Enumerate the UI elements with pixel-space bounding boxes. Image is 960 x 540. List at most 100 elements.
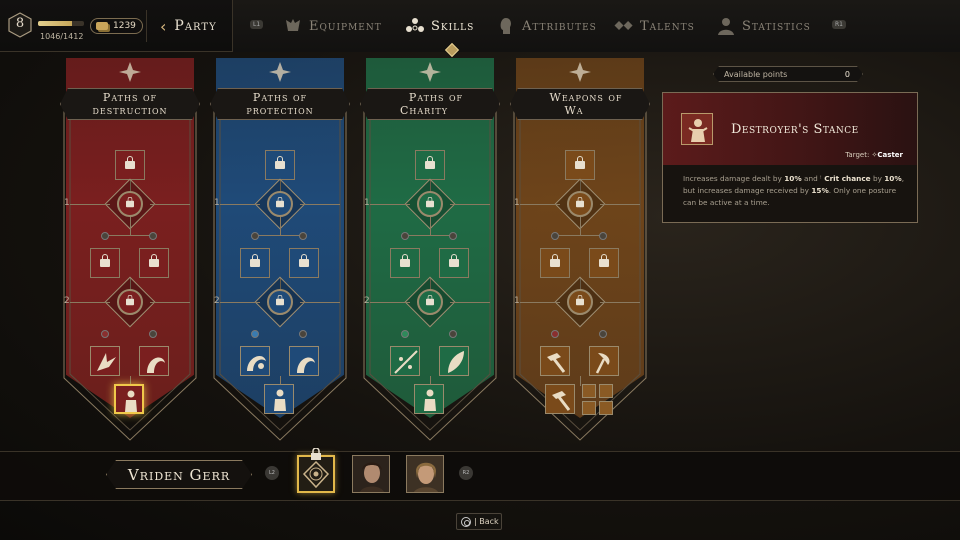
locked-skill-node[interactable] bbox=[90, 248, 120, 278]
party-button[interactable]: ‹ Party bbox=[160, 14, 217, 38]
desc-text: Increases damage dealt by bbox=[683, 174, 785, 183]
destroyer-stance-node[interactable] bbox=[114, 384, 144, 414]
skill-node[interactable] bbox=[90, 346, 120, 376]
tree-title-text: Paths of destruction bbox=[68, 91, 191, 117]
skill-node[interactable] bbox=[414, 384, 444, 414]
skill-node[interactable] bbox=[240, 346, 270, 376]
l1-hint: L1 bbox=[250, 20, 264, 29]
locked-passive-node[interactable] bbox=[117, 191, 143, 217]
locked-skill-node[interactable] bbox=[240, 248, 270, 278]
requirement-dot bbox=[251, 330, 259, 338]
skill-tree-3: Paths of Charity 1 2 bbox=[360, 58, 500, 443]
tree-crest-icon bbox=[269, 62, 291, 82]
equipment-icon bbox=[283, 16, 303, 36]
skill-node[interactable] bbox=[390, 346, 420, 376]
locked-skill-node[interactable] bbox=[589, 248, 619, 278]
locked-passive-node[interactable] bbox=[117, 289, 143, 315]
tab-skills[interactable]: Skills bbox=[405, 14, 474, 38]
locked-skill-node[interactable] bbox=[289, 248, 319, 278]
requirement-dot bbox=[401, 232, 409, 240]
character-emblem-icon bbox=[302, 460, 330, 489]
connector bbox=[450, 302, 490, 303]
available-points-value: 0 bbox=[844, 70, 850, 79]
skill-node[interactable] bbox=[439, 346, 469, 376]
stance-skill-icon bbox=[116, 386, 142, 412]
skill-node[interactable] bbox=[289, 346, 319, 376]
tier-number: 1 bbox=[514, 296, 520, 306]
top-bar: 8 1046/1412 1239 ‹ Party L1 Equipment Sk… bbox=[0, 0, 960, 58]
divider bbox=[146, 10, 147, 42]
chevron-left-icon: ‹ bbox=[160, 16, 167, 36]
requirement-dot bbox=[449, 330, 457, 338]
skill-description: Increases damage dealt by 10% and ꜝ Crit… bbox=[683, 173, 907, 209]
tier-number: 2 bbox=[214, 296, 220, 306]
tier-number: 2 bbox=[64, 296, 70, 306]
lock-icon bbox=[126, 294, 134, 306]
tab-label: Talents bbox=[640, 18, 695, 34]
tier-number: 1 bbox=[64, 198, 70, 208]
party-label: Party bbox=[174, 18, 217, 34]
locked-skill-node[interactable] bbox=[439, 248, 469, 278]
tier-number: 1 bbox=[514, 198, 520, 208]
xp-fill bbox=[38, 21, 73, 26]
leaf-skill-icon bbox=[440, 347, 468, 375]
skill-node[interactable] bbox=[540, 346, 570, 376]
locked-skill-node[interactable] bbox=[115, 150, 145, 180]
tier-number: 2 bbox=[364, 296, 370, 306]
lock-icon bbox=[575, 156, 585, 170]
requirement-dot bbox=[401, 330, 409, 338]
destroyer-stance-icon bbox=[681, 113, 713, 145]
character-name: Vriden Gerr bbox=[106, 460, 252, 489]
locked-passive-node[interactable] bbox=[417, 191, 443, 217]
skill-node[interactable] bbox=[139, 346, 169, 376]
requirement-dot bbox=[149, 330, 157, 338]
statistics-icon bbox=[716, 16, 736, 36]
portrait-companion-2[interactable] bbox=[406, 455, 444, 493]
tab-label: Attributes bbox=[522, 18, 597, 34]
connector bbox=[220, 204, 260, 205]
mini-skill-node[interactable] bbox=[599, 401, 613, 415]
mini-skill-node[interactable] bbox=[582, 384, 596, 398]
locked-passive-node[interactable] bbox=[267, 191, 293, 217]
stance-skill-icon bbox=[415, 385, 443, 413]
lock-icon bbox=[276, 196, 284, 208]
mini-skill-node[interactable] bbox=[582, 401, 596, 415]
connector bbox=[370, 302, 410, 303]
skill-node[interactable] bbox=[545, 384, 575, 414]
skill-info-header: Destroyer's Stance Target: ✧Caster bbox=[663, 93, 917, 165]
tab-attributes[interactable]: Attributes bbox=[496, 14, 597, 38]
desc-text: by bbox=[870, 174, 885, 183]
tab-statistics[interactable]: Statistics bbox=[716, 14, 811, 38]
connector bbox=[70, 302, 110, 303]
requirement-dot bbox=[101, 330, 109, 338]
gold-counter: 1239 bbox=[90, 18, 143, 34]
locked-skill-node[interactable] bbox=[415, 150, 445, 180]
tier-number: 1 bbox=[214, 198, 220, 208]
requirement-dot bbox=[149, 232, 157, 240]
tree-title: Paths of protection bbox=[210, 88, 350, 120]
locked-passive-node[interactable] bbox=[267, 289, 293, 315]
tab-talents[interactable]: Talents bbox=[614, 14, 695, 38]
portrait-selected-character[interactable] bbox=[297, 455, 335, 493]
connector bbox=[150, 302, 190, 303]
portrait-companion-1[interactable] bbox=[352, 455, 390, 493]
skill-node[interactable] bbox=[589, 346, 619, 376]
grid-skill-icon bbox=[391, 347, 419, 375]
locked-passive-node[interactable] bbox=[417, 289, 443, 315]
lock-icon bbox=[275, 156, 285, 170]
locked-skill-node[interactable] bbox=[390, 248, 420, 278]
locked-passive-node[interactable] bbox=[567, 289, 593, 315]
locked-skill-node[interactable] bbox=[265, 150, 295, 180]
hammer-skill-icon bbox=[541, 347, 569, 375]
lock-icon bbox=[426, 294, 434, 306]
locked-skill-node[interactable] bbox=[540, 248, 570, 278]
locked-passive-node[interactable] bbox=[567, 191, 593, 217]
skill-target: Target: ✧Caster bbox=[845, 151, 903, 159]
back-button[interactable]: | Back bbox=[456, 513, 502, 530]
mini-skill-node[interactable] bbox=[599, 384, 613, 398]
skill-node[interactable] bbox=[264, 384, 294, 414]
tab-equipment[interactable]: Equipment bbox=[283, 14, 382, 38]
locked-skill-node[interactable] bbox=[565, 150, 595, 180]
connector bbox=[580, 217, 581, 235]
locked-skill-node[interactable] bbox=[139, 248, 169, 278]
